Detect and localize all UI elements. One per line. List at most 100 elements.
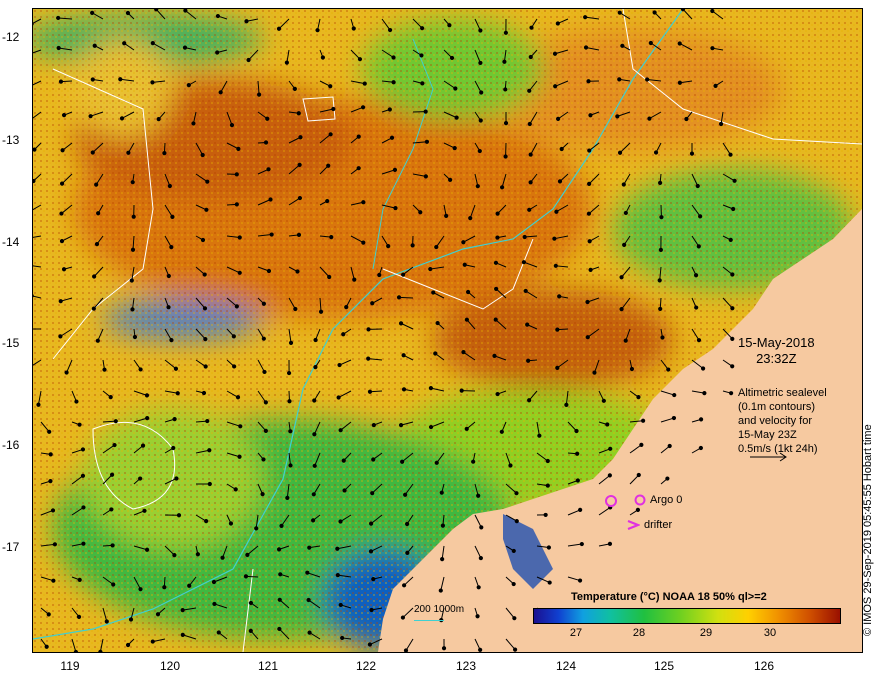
drifter-chevron-icon (627, 519, 640, 531)
velocity-arrow-head (527, 88, 532, 93)
velocity-arrow-head (400, 615, 406, 620)
velocity-arrow-head (658, 306, 663, 312)
velocity-arrow-head (205, 418, 210, 424)
velocity-arrow-head (245, 552, 250, 558)
velocity-arrow-head (234, 202, 239, 207)
velocity-arrow-head (585, 335, 590, 340)
velocity-arrow-head (658, 247, 663, 253)
velocity-arrow-head (478, 60, 483, 66)
colorbar-tick: 30 (763, 627, 777, 639)
velocity-arrow-head (564, 402, 569, 407)
velocity-arrow-head (617, 77, 622, 82)
velocity-arrow-head (713, 83, 718, 88)
velocity-arrow-head (296, 232, 302, 237)
lat-label: -15 (2, 336, 20, 350)
velocity-arrow-head (440, 523, 446, 528)
velocity-arrow-head (48, 452, 53, 457)
velocity-arrow-head (102, 367, 107, 372)
velocity-arrow-head (420, 26, 425, 31)
velocity-arrow-head (312, 432, 317, 437)
velocity-arrow-head (511, 548, 516, 554)
velocity-arrow-head (95, 338, 100, 343)
velocity-arrow-head (586, 79, 591, 84)
velocity-arrow-head (109, 472, 115, 477)
note-line: and velocity for (738, 415, 812, 427)
temperature-colorbar (533, 608, 841, 624)
depth-legend: 200 1000m (414, 604, 465, 615)
sst-field (33, 9, 862, 652)
velocity-arrow-head (545, 483, 550, 488)
velocity-arrow-head (698, 417, 704, 422)
velocity-arrow-head (113, 419, 118, 424)
velocity-arrow-head (98, 649, 103, 652)
velocity-arrow-head (478, 647, 483, 652)
velocity-arrow-head (203, 336, 208, 342)
velocity-arrow-head (578, 507, 583, 513)
velocity-arrow-head (393, 205, 398, 211)
velocity-arrow-head (438, 588, 443, 593)
velocity-arrow-head (552, 51, 558, 56)
velocity-arrow-head (680, 9, 686, 12)
velocity-arrow-head (587, 181, 592, 186)
velocity-arrow-head (200, 152, 205, 158)
velocity-arrow-head (495, 235, 500, 240)
velocity-arrow-head (277, 626, 282, 632)
velocity-arrow-head (279, 523, 284, 528)
velocity-arrow-head (338, 428, 343, 433)
velocity-arrow-head (285, 495, 290, 500)
credit-text: © IMOS 29-Sep-2019 05:45:55 Hobart time (862, 424, 874, 636)
depth-legend-line (414, 620, 444, 621)
velocity-arrow-head (605, 422, 610, 427)
velocity-arrow-head (297, 162, 302, 167)
velocity-arrow-head (327, 274, 332, 280)
velocity-arrow-head (313, 365, 318, 370)
velocity-arrow-head (401, 387, 407, 392)
colorbar-tick: 28 (632, 627, 646, 639)
velocity-arrow-head (142, 508, 147, 513)
velocity-arrow-head (91, 306, 96, 311)
velocity-arrow-head (577, 578, 583, 583)
velocity-arrow-head (537, 433, 542, 438)
velocity-arrow-head (183, 9, 188, 13)
velocity-arrow-head (493, 260, 499, 265)
velocity-arrow-head (335, 573, 340, 578)
velocity-arrow-head (318, 309, 324, 314)
velocity-arrow-head (377, 272, 382, 278)
velocity-arrow-head (246, 57, 251, 63)
velocity-arrow-head (362, 81, 367, 86)
velocity-arrow-head (366, 327, 371, 332)
velocity-arrow-head (665, 476, 670, 481)
velocity-arrow-head (620, 43, 625, 48)
velocity-arrow-head (50, 508, 56, 513)
velocity-arrow-head (464, 317, 469, 322)
velocity-arrow-head (237, 454, 242, 459)
timestamp-date: 15-May-2018 (738, 335, 815, 350)
velocity-arrow-head (396, 295, 402, 300)
velocity-arrow-head (340, 635, 345, 641)
velocity-arrow-head (286, 370, 292, 376)
velocity-arrow-head (356, 134, 361, 139)
velocity-arrow-head (90, 10, 95, 15)
argo-label: Argo 0 (650, 494, 683, 506)
velocity-arrow-head (237, 270, 242, 275)
velocity-arrow-head (236, 146, 241, 151)
velocity-arrow-head (298, 135, 303, 140)
velocity-arrow-head (175, 391, 180, 396)
velocity-arrow-head (257, 92, 262, 97)
velocity-arrow-head (710, 9, 715, 14)
velocity-arrow-head (452, 145, 457, 151)
velocity-arrow-head (527, 121, 532, 127)
velocity-arrow-head (88, 114, 93, 119)
lat-label: -16 (2, 438, 20, 452)
velocity-arrow-head (104, 619, 109, 624)
velocity-arrow-head (232, 364, 237, 369)
velocity-arrow-head (233, 487, 238, 492)
velocity-arrow-head (335, 546, 340, 551)
velocity-arrow-head (695, 183, 700, 189)
velocity-arrow-head (156, 117, 161, 122)
velocity-arrow-head (320, 55, 325, 60)
velocity-arrow-head (545, 458, 550, 464)
velocity-arrow-head (398, 423, 404, 428)
velocity-arrow-head (263, 140, 269, 145)
velocity-arrow-head (428, 266, 433, 272)
